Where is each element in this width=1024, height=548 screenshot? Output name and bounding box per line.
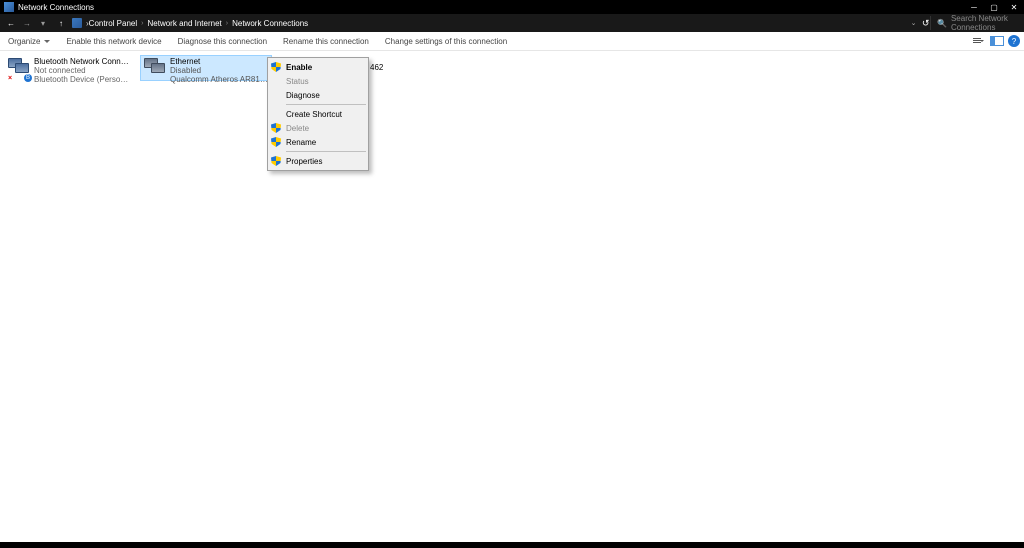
context-diagnose[interactable]: Diagnose xyxy=(268,88,368,102)
chevron-right-icon: › xyxy=(141,20,143,27)
context-properties[interactable]: Properties xyxy=(268,154,368,168)
breadcrumb[interactable]: Control Panel › Network and Internet › N… xyxy=(89,19,911,28)
context-enable[interactable]: Enable xyxy=(268,60,368,74)
breadcrumb-seg-network-and-internet[interactable]: Network and Internet xyxy=(148,19,222,28)
search-placeholder: Search Network Connections xyxy=(951,14,1020,32)
search-box[interactable]: 🔍 Search Network Connections xyxy=(930,16,1020,30)
adapter-device: Qualcomm Atheros AR8171/817... xyxy=(170,76,268,85)
context-status: Status xyxy=(268,74,368,88)
shield-icon xyxy=(271,123,281,133)
separator xyxy=(286,104,366,105)
address-dropdown[interactable]: ⌄ xyxy=(911,19,917,27)
diagnose-connection-button[interactable]: Diagnose this connection xyxy=(170,32,275,50)
window-controls: ─ ▢ ✕ xyxy=(964,0,1024,14)
minimize-button[interactable]: ─ xyxy=(964,0,984,14)
title-bar: Network Connections ─ ▢ ✕ xyxy=(0,0,1024,14)
disconnected-badge-icon: × xyxy=(6,74,14,82)
recent-dropdown[interactable]: ▾ xyxy=(36,16,50,30)
list-icon xyxy=(973,38,981,44)
context-delete: Delete xyxy=(268,121,368,135)
help-button[interactable]: ? xyxy=(1008,35,1020,47)
breadcrumb-seg-control-panel[interactable]: Control Panel xyxy=(89,19,137,28)
adapter-name: Bluetooth Network Connection xyxy=(34,58,132,67)
bluetooth-badge-icon: B xyxy=(24,74,32,82)
up-button[interactable]: ↑ xyxy=(54,16,68,30)
shield-icon xyxy=(271,62,281,72)
context-rename[interactable]: Rename xyxy=(268,135,368,149)
network-adapter-icon xyxy=(144,58,166,80)
pane-icon xyxy=(990,36,1004,46)
shield-icon xyxy=(271,156,281,166)
adapter-status: Disabled xyxy=(170,67,268,76)
network-adapter-icon: × B xyxy=(8,58,30,80)
bottom-strip xyxy=(0,542,1024,548)
view-mode-dropdown[interactable] xyxy=(968,34,986,48)
command-bar: Organize Enable this network device Diag… xyxy=(0,32,1024,51)
forward-button[interactable]: → xyxy=(20,16,34,30)
rename-connection-button[interactable]: Rename this connection xyxy=(275,32,377,50)
search-icon: 🔍 xyxy=(937,19,947,28)
organize-menu[interactable]: Organize xyxy=(0,32,58,50)
adapter-item-ethernet[interactable]: Ethernet Disabled Qualcomm Atheros AR817… xyxy=(140,55,272,81)
window-title: Network Connections xyxy=(18,3,94,12)
preview-pane-toggle[interactable] xyxy=(988,34,1006,48)
refresh-button[interactable]: ↻ xyxy=(922,18,930,29)
chevron-right-icon: › xyxy=(226,20,228,27)
location-icon xyxy=(72,18,82,28)
enable-device-button[interactable]: Enable this network device xyxy=(58,32,169,50)
breadcrumb-seg-network-connections[interactable]: Network Connections xyxy=(232,19,308,28)
shield-icon xyxy=(271,137,281,147)
context-create-shortcut[interactable]: Create Shortcut xyxy=(268,107,368,121)
adapter-device: Bluetooth Device (Personal Area ... xyxy=(34,76,132,85)
back-button[interactable]: ← xyxy=(4,16,18,30)
nav-row: ← → ▾ ↑ › Control Panel › Network and In… xyxy=(0,14,1024,32)
app-icon xyxy=(4,2,14,12)
context-menu: Enable Status Diagnose Create Shortcut D… xyxy=(267,57,369,171)
close-button[interactable]: ✕ xyxy=(1004,0,1024,14)
adapter-status: Not connected xyxy=(34,67,132,76)
separator xyxy=(286,151,366,152)
adapter-name: Ethernet xyxy=(170,58,268,67)
maximize-button[interactable]: ▢ xyxy=(984,0,1004,14)
change-settings-button[interactable]: Change settings of this connection xyxy=(377,32,515,50)
adapter-item-bluetooth[interactable]: × B Bluetooth Network Connection Not con… xyxy=(4,55,136,81)
content-area[interactable]: × B Bluetooth Network Connection Not con… xyxy=(0,51,1024,542)
truncated-text-fragment: 462 xyxy=(370,63,383,72)
